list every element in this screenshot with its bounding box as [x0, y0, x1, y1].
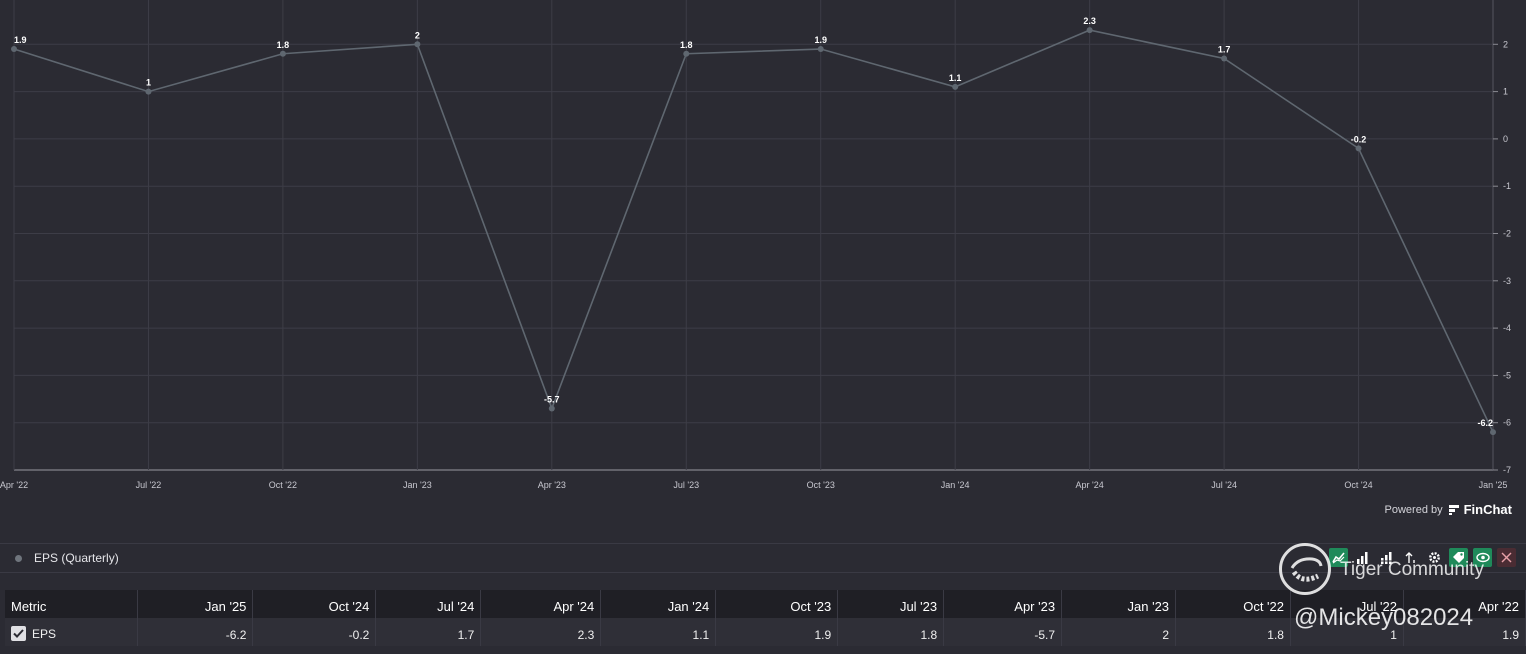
- value-cell: 1.9: [715, 618, 839, 646]
- column-header[interactable]: Jul '22: [1290, 590, 1404, 618]
- x-tick-label: Jul '22: [136, 480, 162, 490]
- series-toolbar: [1329, 548, 1516, 567]
- bar-chart-icon[interactable]: [1353, 548, 1372, 567]
- series-color-dot: [15, 555, 22, 562]
- legend-series-label[interactable]: EPS (Quarterly): [34, 551, 119, 565]
- y-tick-label: -1: [1503, 181, 1511, 191]
- y-tick-label: 1: [1503, 87, 1508, 97]
- column-header[interactable]: Oct '24: [252, 590, 377, 618]
- data-point: [548, 405, 555, 412]
- data-label: 1.8: [680, 40, 693, 50]
- y-tick-label: -2: [1503, 229, 1511, 239]
- x-tick-label: Jan '24: [941, 480, 970, 490]
- y-tick-label: -5: [1503, 370, 1511, 380]
- value-cell: 1.8: [837, 618, 945, 646]
- x-tick-label: Jul '23: [673, 480, 699, 490]
- table-row: EPS -6.2 -0.2 1.7 2.3 1.1 1.9 1.8 -5.7 2…: [5, 618, 1526, 646]
- data-label: 2.3: [1083, 16, 1096, 26]
- column-header[interactable]: Apr '23: [943, 590, 1063, 618]
- data-label: -0.2: [1351, 134, 1367, 144]
- value-cell: 1.1: [600, 618, 717, 646]
- value-cell: 1: [1290, 618, 1404, 646]
- data-label: 1: [146, 78, 151, 88]
- x-tick-label: Oct '23: [807, 480, 835, 490]
- x-tick-label: Jan '23: [403, 480, 432, 490]
- data-point: [817, 46, 824, 53]
- data-point: [952, 83, 959, 90]
- eps-series-line: [13, 29, 1494, 433]
- data-label: 1.9: [14, 35, 27, 45]
- y-tick-label: 2: [1503, 39, 1508, 49]
- checkbox-checked-icon[interactable]: [11, 625, 26, 641]
- data-point: [414, 41, 421, 48]
- value-cell: -5.7: [943, 618, 1063, 646]
- gear-icon[interactable]: [1425, 548, 1444, 567]
- value-cell: -0.2: [252, 618, 377, 646]
- y-tick-label: -4: [1503, 323, 1511, 333]
- column-header-metric[interactable]: Metric: [5, 590, 139, 618]
- column-header[interactable]: Oct '22: [1175, 590, 1291, 618]
- y-tick-label: -7: [1503, 465, 1511, 475]
- line-chart-toggle-icon[interactable]: [1329, 548, 1348, 567]
- finchat-brand-text: FinChat: [1463, 502, 1512, 517]
- data-point: [683, 50, 690, 57]
- x-tick-label: Oct '24: [1344, 480, 1372, 490]
- eye-icon[interactable]: [1473, 548, 1492, 567]
- column-header[interactable]: Apr '22: [1403, 590, 1526, 618]
- metric-cell: EPS: [5, 618, 139, 646]
- data-point: [1221, 55, 1228, 62]
- y-tick-label: -3: [1503, 276, 1511, 286]
- y-tick-label: -6: [1503, 418, 1511, 428]
- x-tick-label: Oct '22: [269, 480, 297, 490]
- metrics-table: Metric Jan '25 Oct '24 Jul '24 Apr '24 J…: [5, 590, 1526, 646]
- eps-line-chart: 2 1 0 -1 -2 -3 -4 -5 -6 -7 Apr '22 Jul '22 Oct '22 Ja…: [0, 0, 1526, 500]
- x-tick-label: Jan '25: [1479, 480, 1508, 490]
- data-point: [1086, 27, 1093, 34]
- column-header[interactable]: Jan '25: [137, 590, 254, 618]
- finchat-icon: [1448, 504, 1459, 515]
- column-header[interactable]: Jul '23: [837, 590, 945, 618]
- data-label: -5.7: [544, 395, 560, 405]
- value-cell: 2: [1061, 618, 1177, 646]
- legend-bar: EPS (Quarterly): [0, 543, 1526, 573]
- y-tick-label: 0: [1503, 134, 1508, 144]
- x-tick-label: Jul '24: [1211, 480, 1237, 490]
- data-point: [279, 50, 286, 57]
- data-label: 1.9: [814, 35, 827, 45]
- value-cell: 2.3: [480, 618, 602, 646]
- x-tick-label: Apr '24: [1076, 480, 1104, 490]
- value-cell: 1.8: [1175, 618, 1291, 646]
- x-tick-label: Apr '22: [0, 480, 28, 490]
- data-point: [11, 46, 17, 53]
- value-cell: -6.2: [137, 618, 254, 646]
- x-tick-label: Apr '23: [538, 480, 566, 490]
- powered-by[interactable]: Powered by FinChat: [1385, 502, 1512, 517]
- column-header[interactable]: Oct '23: [715, 590, 839, 618]
- table-header-row: Metric Jan '25 Oct '24 Jul '24 Apr '24 J…: [5, 590, 1526, 618]
- stacked-bar-icon[interactable]: [1377, 548, 1396, 567]
- data-label: -6.2: [1477, 418, 1493, 428]
- data-label: 1.8: [277, 40, 290, 50]
- data-point: [1490, 429, 1496, 436]
- finchat-logo: FinChat: [1448, 502, 1512, 517]
- column-header[interactable]: Apr '24: [480, 590, 602, 618]
- data-point: [1355, 145, 1362, 152]
- data-point: [145, 88, 152, 95]
- value-cell: 1.7: [375, 618, 482, 646]
- data-label: 2: [415, 30, 420, 40]
- value-cell: 1.9: [1403, 618, 1526, 646]
- column-header[interactable]: Jul '24: [375, 590, 482, 618]
- column-header[interactable]: Jan '24: [600, 590, 717, 618]
- data-label: 1.7: [1218, 44, 1231, 54]
- sort-arrow-icon[interactable]: [1401, 548, 1420, 567]
- column-header[interactable]: Jan '23: [1061, 590, 1177, 618]
- chart-svg: 2 1 0 -1 -2 -3 -4 -5 -6 -7 Apr '22 Jul '22 Oct '22 Ja…: [0, 0, 1511, 490]
- tag-icon[interactable]: [1449, 548, 1468, 567]
- powered-by-prefix: Powered by: [1384, 503, 1443, 516]
- close-icon[interactable]: [1497, 548, 1516, 567]
- data-label: 1.1: [949, 73, 962, 83]
- metric-name: EPS: [32, 627, 57, 642]
